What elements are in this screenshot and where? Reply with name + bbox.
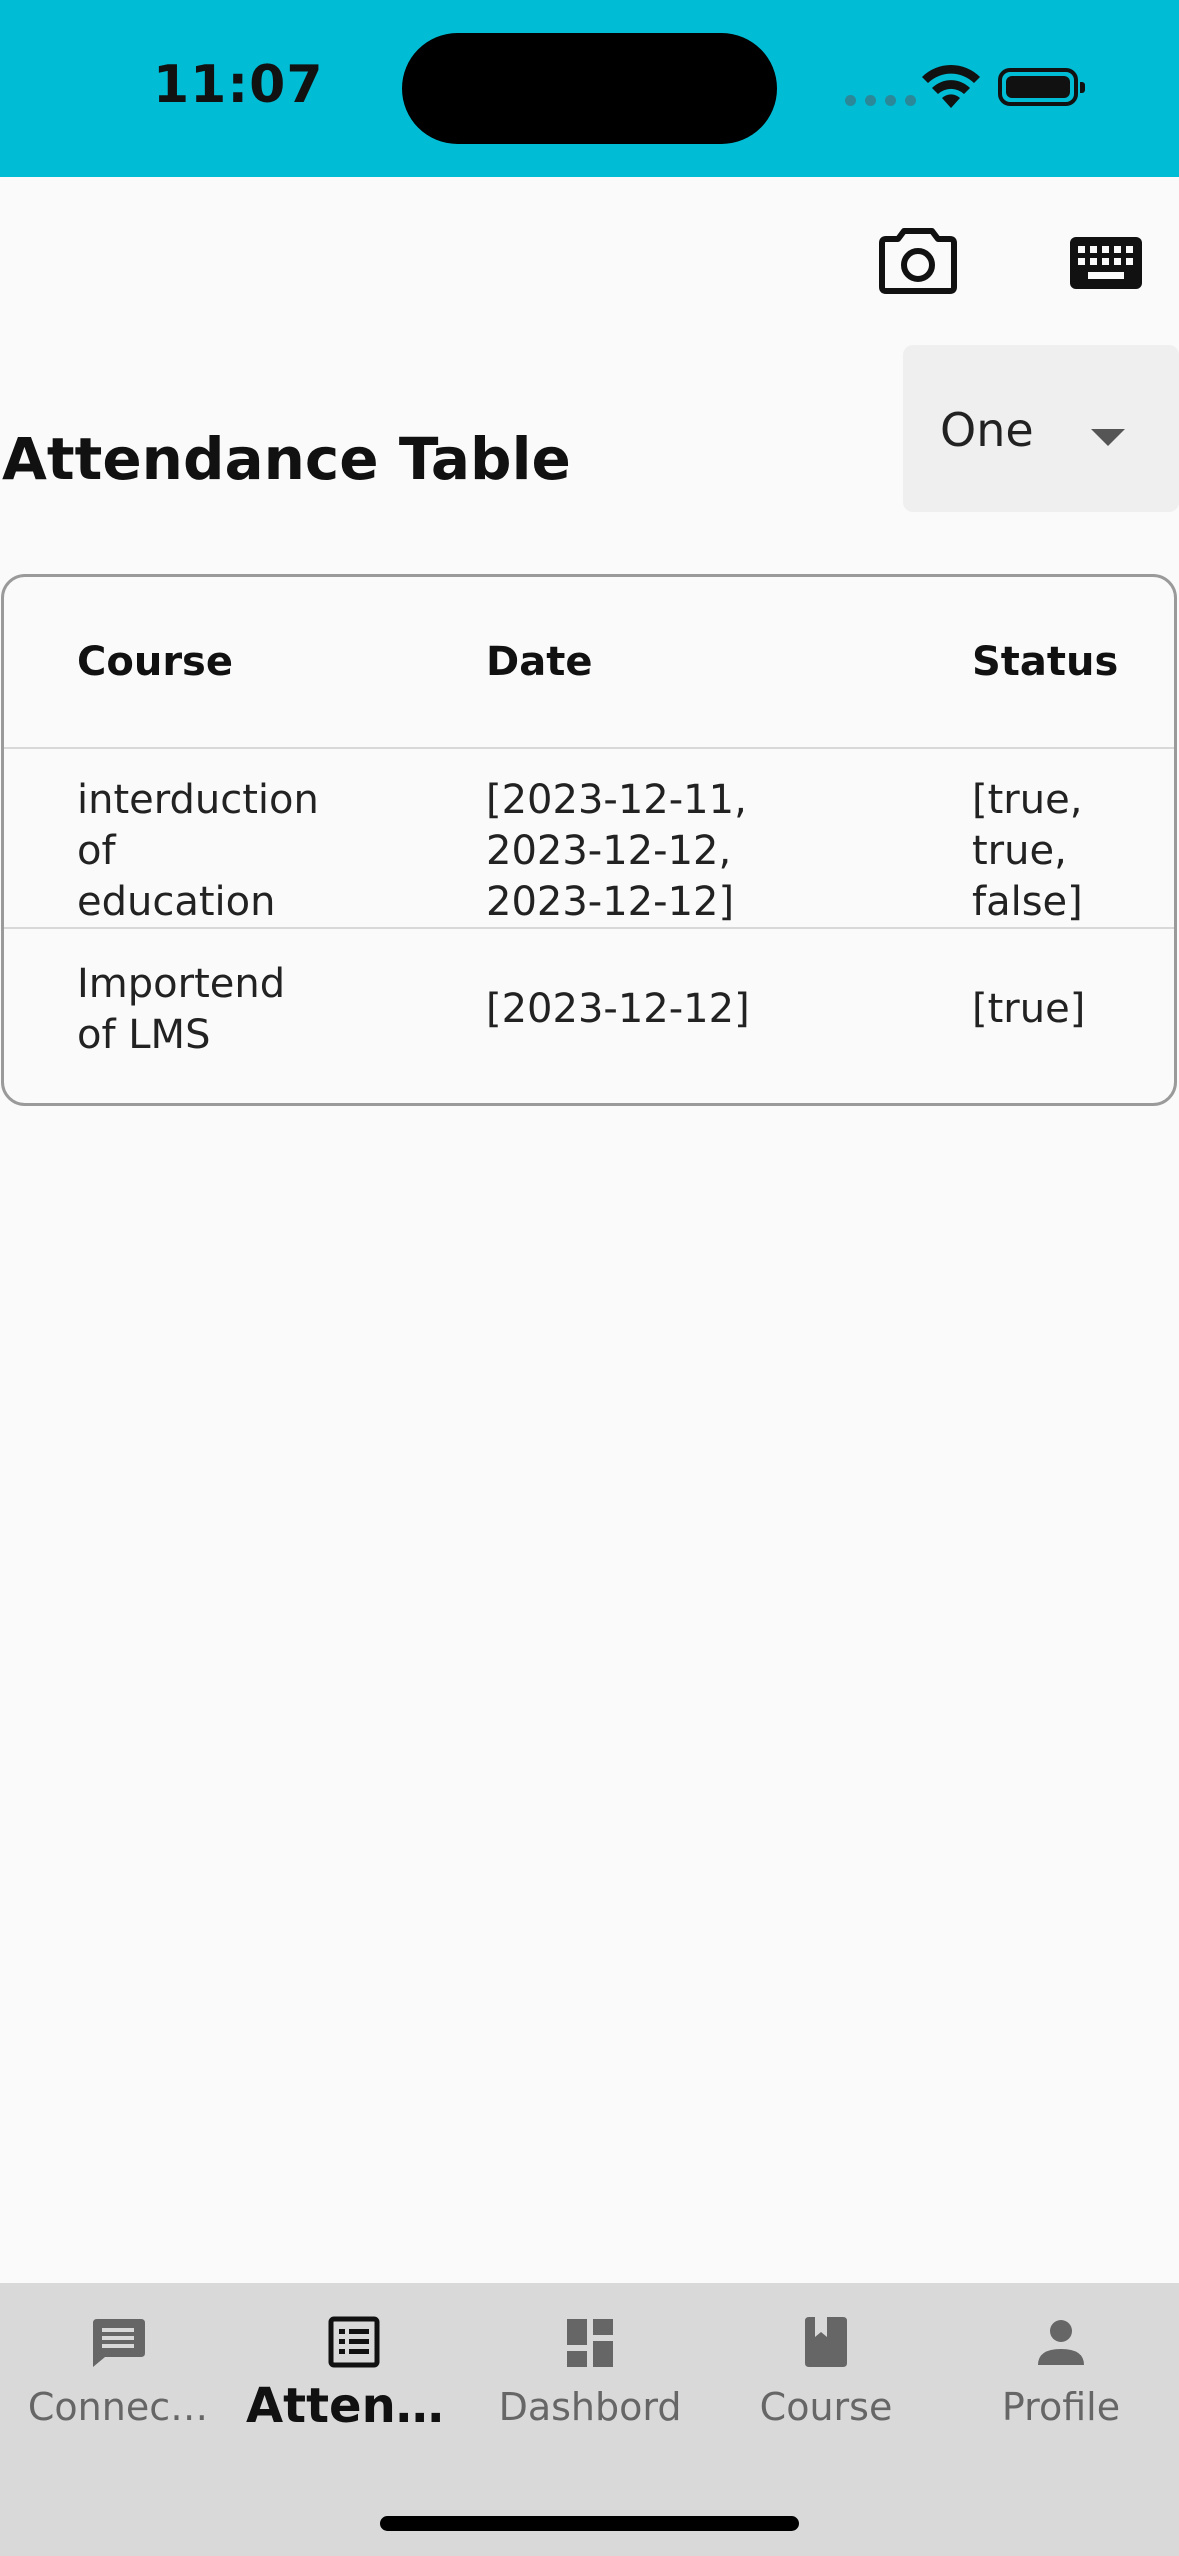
header-date: Date: [486, 639, 593, 685]
person-icon: [1038, 2320, 1084, 2365]
nav-label: Connec…: [27, 2385, 209, 2429]
table-row: Importend of LMS [2023-12-12] [true]: [4, 929, 1174, 1103]
status-bar: 11:07: [0, 0, 1179, 177]
dynamic-island: [402, 33, 777, 144]
dropdown-arrow-icon: [1091, 429, 1125, 446]
cellular-signal-icon: [845, 95, 916, 106]
nav-label: Attend…: [246, 2378, 472, 2434]
page-title: Attendance Table: [2, 425, 571, 493]
nav-label: Course: [759, 2385, 893, 2429]
table-header-row: Course Date Status: [4, 577, 1174, 749]
cell-course: Importend of LMS: [77, 961, 286, 1058]
nav-item-profile[interactable]: Profile: [943, 2283, 1179, 2443]
home-indicator: [380, 2516, 799, 2531]
table-row: interduction of education [2023-12-11, 2…: [4, 749, 1174, 929]
cell-date: [2023-12-11, 2023-12-12, 2023-12-12]: [486, 777, 747, 925]
cell-course: interduction of education: [77, 777, 319, 925]
course-dropdown[interactable]: One: [903, 345, 1179, 512]
chat-icon: [93, 2319, 145, 2367]
list-icon: [328, 2316, 380, 2368]
nav-item-attendance[interactable]: Attend…: [236, 2283, 472, 2443]
cell-status: [true, true, false]: [972, 777, 1083, 925]
book-icon: [805, 2317, 847, 2367]
nav-label: Profile: [1001, 2385, 1121, 2429]
dashboard-icon: [567, 2319, 613, 2367]
nav-item-dashboard[interactable]: Dashbord: [472, 2283, 708, 2443]
status-time: 11:07: [153, 55, 324, 115]
attendance-table: Course Date Status interduction of educa…: [1, 574, 1177, 1106]
cell-date: [2023-12-12]: [486, 986, 750, 1032]
cell-status: [true]: [972, 986, 1086, 1032]
wifi-icon: [922, 64, 980, 108]
header-status: Status: [972, 639, 1119, 685]
dropdown-selected-value: One: [940, 403, 1034, 457]
header-course: Course: [77, 639, 233, 685]
nav-label: Dashbord: [498, 2385, 682, 2429]
keyboard-icon[interactable]: [1070, 237, 1142, 289]
nav-item-connect[interactable]: Connec…: [0, 2283, 236, 2443]
camera-icon[interactable]: [878, 223, 958, 295]
nav-item-course[interactable]: Course: [708, 2283, 944, 2443]
battery-icon: [998, 68, 1085, 106]
